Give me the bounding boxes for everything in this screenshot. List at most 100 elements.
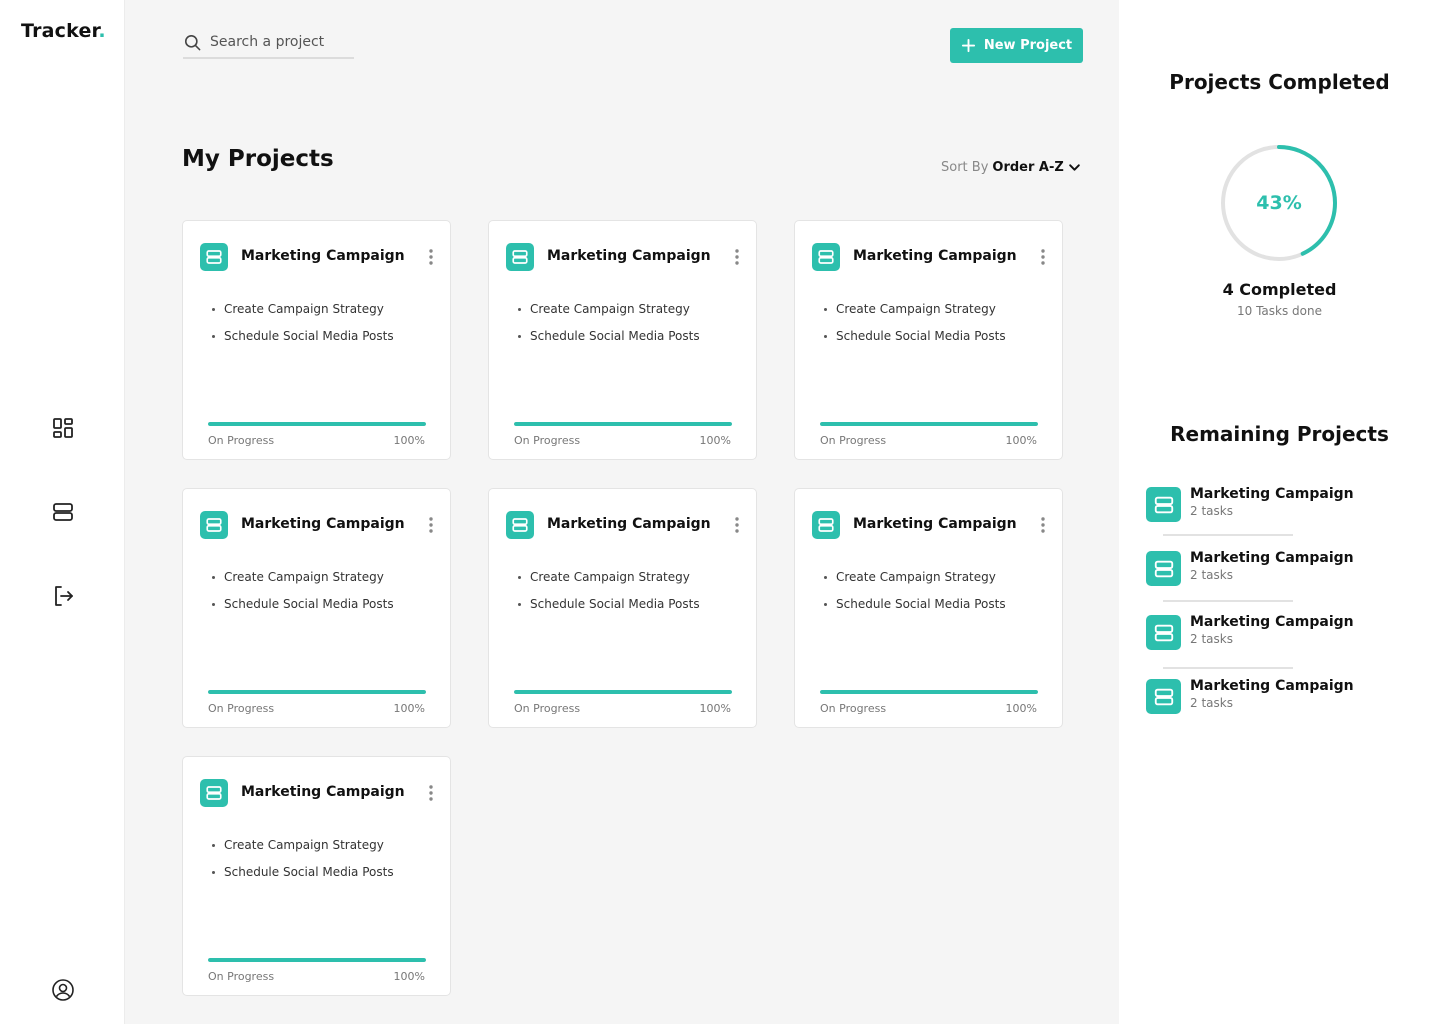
new-project-button[interactable]: New Project — [950, 28, 1083, 63]
task-list: Create Campaign Strategy Schedule Social … — [212, 832, 394, 886]
sort-label: Sort By — [941, 160, 989, 175]
project-icon — [200, 779, 228, 807]
project-card[interactable]: Marketing Campaign Create Campaign Strate… — [488, 220, 757, 460]
task-list: Create Campaign Strategy Schedule Social … — [518, 564, 700, 618]
project-status: On Progress — [514, 434, 581, 447]
remaining-project-item[interactable]: Marketing Campaign 2 tasks — [1146, 613, 1406, 653]
project-progress-label: 100% — [699, 702, 731, 715]
project-icon — [812, 243, 840, 271]
task-item: Schedule Social Media Posts — [212, 591, 394, 618]
progress-fill — [208, 690, 426, 694]
project-status: On Progress — [820, 434, 887, 447]
project-card[interactable]: Marketing Campaign Create Campaign Strate… — [488, 488, 757, 728]
project-icon — [506, 511, 534, 539]
project-title: Marketing Campaign — [241, 784, 405, 800]
task-item: Schedule Social Media Posts — [518, 323, 700, 350]
project-card[interactable]: Marketing Campaign Create Campaign Strate… — [182, 756, 451, 996]
main-content: New Project My Projects Sort By Order A-… — [126, 0, 1118, 1024]
divider — [1163, 600, 1293, 602]
task-item: Create Campaign Strategy — [518, 296, 700, 323]
remaining-project-item[interactable]: Marketing Campaign 2 tasks — [1146, 549, 1406, 589]
task-item: Schedule Social Media Posts — [212, 859, 394, 886]
project-status: On Progress — [820, 702, 887, 715]
progress-bar — [208, 690, 426, 694]
more-options-icon[interactable] — [425, 515, 437, 535]
new-project-label: New Project — [983, 38, 1073, 53]
task-item: Create Campaign Strategy — [212, 564, 394, 591]
dashboard-icon[interactable] — [50, 415, 76, 441]
user-profile-icon[interactable] — [50, 977, 76, 1003]
search-input[interactable] — [210, 34, 350, 50]
progress-bar — [820, 690, 1038, 694]
chevron-down-icon — [1069, 164, 1080, 171]
page-title: My Projects — [182, 146, 334, 172]
task-list: Create Campaign Strategy Schedule Social … — [824, 296, 1006, 350]
project-progress-label: 100% — [1005, 434, 1037, 447]
remaining-project-tasks: 2 tasks — [1190, 696, 1233, 710]
progress-bar — [514, 690, 732, 694]
project-title: Marketing Campaign — [547, 516, 711, 532]
project-card[interactable]: Marketing Campaign Create Campaign Strate… — [794, 488, 1063, 728]
logout-icon[interactable] — [50, 583, 76, 609]
remaining-project-title: Marketing Campaign — [1190, 678, 1354, 694]
sidebar: Tracker. — [0, 0, 125, 1024]
remaining-project-item[interactable]: Marketing Campaign 2 tasks — [1146, 677, 1406, 717]
sort-value: Order A-Z — [992, 160, 1064, 175]
remaining-project-title: Marketing Campaign — [1190, 550, 1354, 566]
projects-completed-title: Projects Completed — [1169, 70, 1390, 94]
tasks-done: 10 Tasks done — [1237, 304, 1322, 318]
sort-dropdown[interactable]: Sort By Order A-Z — [941, 160, 1081, 175]
task-item: Create Campaign Strategy — [824, 296, 1006, 323]
projects-icon[interactable] — [50, 499, 76, 525]
project-progress-label: 100% — [1005, 702, 1037, 715]
app-logo[interactable]: Tracker. — [21, 20, 106, 42]
task-list: Create Campaign Strategy Schedule Social … — [212, 296, 394, 350]
project-icon — [1146, 615, 1181, 650]
remaining-project-item[interactable]: Marketing Campaign 2 tasks — [1146, 485, 1406, 525]
completed-count: 4 Completed — [1222, 280, 1337, 299]
project-icon — [812, 511, 840, 539]
task-item: Create Campaign Strategy — [212, 832, 394, 859]
more-options-icon[interactable] — [1037, 247, 1049, 267]
project-status: On Progress — [514, 702, 581, 715]
more-options-icon[interactable] — [1037, 515, 1049, 535]
more-options-icon[interactable] — [425, 783, 437, 803]
project-card[interactable]: Marketing Campaign Create Campaign Strate… — [182, 220, 451, 460]
progress-fill — [208, 958, 426, 962]
project-progress-label: 100% — [699, 434, 731, 447]
task-list: Create Campaign Strategy Schedule Social … — [824, 564, 1006, 618]
more-options-icon[interactable] — [731, 515, 743, 535]
search-bar[interactable] — [183, 30, 354, 59]
plus-icon — [961, 38, 975, 53]
project-progress-label: 100% — [393, 702, 425, 715]
project-title: Marketing Campaign — [241, 516, 405, 532]
more-options-icon[interactable] — [425, 247, 437, 267]
project-icon — [200, 243, 228, 271]
search-icon — [184, 34, 201, 51]
task-item: Schedule Social Media Posts — [518, 591, 700, 618]
task-item: Schedule Social Media Posts — [824, 591, 1006, 618]
more-options-icon[interactable] — [731, 247, 743, 267]
project-icon — [506, 243, 534, 271]
right-panel: Projects Completed 43% 4 Completed 10 Ta… — [1119, 0, 1440, 1024]
task-item: Schedule Social Media Posts — [212, 323, 394, 350]
project-title: Marketing Campaign — [853, 516, 1017, 532]
project-title: Marketing Campaign — [853, 248, 1017, 264]
task-item: Create Campaign Strategy — [824, 564, 1006, 591]
task-item: Create Campaign Strategy — [518, 564, 700, 591]
remaining-project-tasks: 2 tasks — [1190, 504, 1233, 518]
task-list: Create Campaign Strategy Schedule Social … — [518, 296, 700, 350]
project-icon — [1146, 551, 1181, 586]
project-card[interactable]: Marketing Campaign Create Campaign Strate… — [182, 488, 451, 728]
project-card[interactable]: Marketing Campaign Create Campaign Strate… — [794, 220, 1063, 460]
project-progress-label: 100% — [393, 970, 425, 983]
progress-bar — [514, 422, 732, 426]
completion-percent: 43% — [1256, 192, 1302, 214]
progress-bar — [208, 958, 426, 962]
progress-fill — [820, 422, 1038, 426]
project-status: On Progress — [208, 434, 275, 447]
project-icon — [200, 511, 228, 539]
remaining-project-title: Marketing Campaign — [1190, 486, 1354, 502]
task-item: Schedule Social Media Posts — [824, 323, 1006, 350]
progress-bar — [208, 422, 426, 426]
